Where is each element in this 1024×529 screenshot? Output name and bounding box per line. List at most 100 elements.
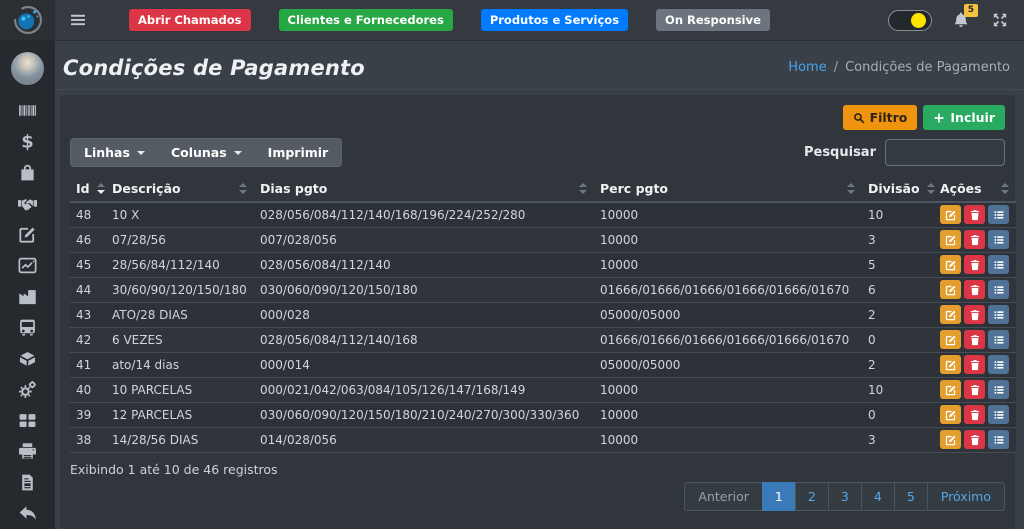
breadcrumb-home-link[interactable]: Home — [788, 60, 826, 75]
column-label: Descrição — [112, 181, 181, 196]
sidebar-item-undo[interactable] — [0, 498, 55, 529]
sidebar-item-cogs[interactable] — [0, 374, 55, 405]
sidebar-item-industry[interactable] — [0, 281, 55, 312]
sort-icon[interactable] — [926, 182, 936, 195]
theme-toggle[interactable] — [888, 10, 932, 31]
sidebar-item-cube[interactable] — [0, 343, 55, 374]
barcode-icon — [18, 101, 37, 120]
edit-button[interactable] — [940, 255, 961, 274]
delete-button[interactable] — [964, 230, 985, 249]
menu-toggle-button[interactable] — [65, 7, 91, 33]
sidebar-item-print[interactable] — [0, 436, 55, 467]
search-input[interactable] — [885, 139, 1005, 166]
sidebar-item-table[interactable] — [0, 405, 55, 436]
sidebar: $ — [0, 0, 55, 529]
sort-icon[interactable] — [96, 182, 106, 195]
column-header-dias-pgto[interactable]: Dias pgto — [254, 175, 594, 202]
delete-button[interactable] — [964, 330, 985, 349]
delete-button[interactable] — [964, 405, 985, 424]
cell-dias-pgto: 028/056/084/112/140/168 — [254, 327, 594, 352]
nav-button-abrir-chamados[interactable]: Abrir Chamados — [129, 9, 251, 31]
cell-dias-pgto: 028/056/084/112/140/168/196/224/252/280 — [254, 202, 594, 227]
nav-button-clientes-e-fornecedores[interactable]: Clientes e Fornecedores — [279, 9, 453, 31]
sidebar-item-chart-line[interactable] — [0, 250, 55, 281]
print-button[interactable]: Imprimir — [255, 139, 342, 166]
columns-dropdown-button[interactable]: Colunas — [158, 139, 255, 166]
edit-button[interactable] — [940, 205, 961, 224]
table-row: 41ato/14 dias000/01405000/050002 — [70, 352, 1016, 377]
table-icon — [18, 411, 37, 430]
table-head-row: Id Descrição Dias pgtoPerc pgto Divisão Açõe… — [70, 175, 1016, 202]
pagination-page-3[interactable]: 3 — [828, 482, 862, 511]
details-button[interactable] — [988, 430, 1009, 449]
edit-button[interactable] — [940, 230, 961, 249]
edit-button[interactable] — [940, 430, 961, 449]
edit-button[interactable] — [940, 405, 961, 424]
column-header-divisao[interactable]: Divisão — [862, 175, 934, 202]
details-button[interactable] — [988, 305, 1009, 324]
details-button[interactable] — [988, 230, 1009, 249]
sidebar-item-edit[interactable] — [0, 219, 55, 250]
details-button[interactable] — [988, 405, 1009, 424]
details-button[interactable] — [988, 205, 1009, 224]
sidebar-item-barcode[interactable] — [0, 95, 55, 126]
cell-dias-pgto: 030/060/090/120/150/180/210/240/270/300/… — [254, 402, 594, 427]
card-actions: Filtro Incluir — [70, 105, 1005, 130]
fullscreen-button[interactable] — [990, 10, 1010, 30]
user-avatar[interactable] — [11, 52, 44, 85]
brand-logo[interactable] — [0, 0, 55, 40]
details-button[interactable] — [988, 355, 1009, 374]
edit-button[interactable] — [940, 355, 961, 374]
pagination-next[interactable]: Próximo — [927, 482, 1005, 511]
column-header-perc-pgto[interactable]: Perc pgto — [594, 175, 862, 202]
sidebar-item-shopping-bag[interactable] — [0, 157, 55, 188]
sidebar-item-handshake[interactable] — [0, 188, 55, 219]
sort-icon[interactable] — [238, 182, 248, 195]
column-header-descricao[interactable]: Descrição — [106, 175, 254, 202]
details-button[interactable] — [988, 255, 1009, 274]
delete-button[interactable] — [964, 280, 985, 299]
nav-button-produtos-e-servicos[interactable]: Produtos e Serviços — [481, 9, 628, 31]
delete-button[interactable] — [964, 305, 985, 324]
cell-perc-pgto: 10000 — [594, 377, 862, 402]
pagination-previous[interactable]: Anterior — [684, 482, 762, 511]
sort-icon[interactable] — [578, 182, 588, 195]
delete-button[interactable] — [964, 380, 985, 399]
industry-icon — [18, 287, 37, 306]
sort-icon[interactable] — [1000, 182, 1010, 195]
filter-button[interactable]: Filtro — [843, 105, 918, 130]
nav-button-on-responsive[interactable]: On Responsive — [656, 9, 770, 31]
edit-button[interactable] — [940, 280, 961, 299]
caret-down-icon — [137, 151, 145, 155]
column-header-acoes[interactable]: Ações — [934, 175, 1016, 202]
rows-dropdown-button[interactable]: Linhas — [71, 139, 158, 166]
sidebar-item-dollar[interactable]: $ — [0, 126, 55, 157]
edit-button[interactable] — [940, 330, 961, 349]
sidebar-item-bus[interactable] — [0, 312, 55, 343]
edit-button[interactable] — [940, 305, 961, 324]
delete-button[interactable] — [964, 205, 985, 224]
column-header-id[interactable]: Id — [70, 175, 106, 202]
pagination-page-2[interactable]: 2 — [795, 482, 829, 511]
sidebar-item-file-invoice[interactable] — [0, 467, 55, 498]
sort-icon[interactable] — [846, 182, 856, 195]
delete-button[interactable] — [964, 355, 985, 374]
edit-button[interactable] — [940, 380, 961, 399]
notifications-button[interactable]: 5 — [952, 11, 970, 29]
pagination-page-5[interactable]: 5 — [894, 482, 928, 511]
app-window: $ Abrir Chamados Clientes e Fornecedores P… — [0, 0, 1024, 529]
column-label: Divisão — [868, 181, 920, 196]
details-button[interactable] — [988, 380, 1009, 399]
details-button[interactable] — [988, 280, 1009, 299]
cell-acoes — [934, 227, 1016, 252]
cell-descricao: ATO/28 DIAS — [106, 302, 254, 327]
cell-descricao: 30/60/90/120/150/180 — [106, 277, 254, 302]
delete-button[interactable] — [964, 430, 985, 449]
table-row: 4810 X028/056/084/112/140/168/196/224/25… — [70, 202, 1016, 227]
cell-acoes — [934, 252, 1016, 277]
delete-button[interactable] — [964, 255, 985, 274]
pagination-page-1[interactable]: 1 — [762, 482, 796, 511]
details-button[interactable] — [988, 330, 1009, 349]
include-button[interactable]: Incluir — [923, 105, 1005, 130]
pagination-page-4[interactable]: 4 — [861, 482, 895, 511]
